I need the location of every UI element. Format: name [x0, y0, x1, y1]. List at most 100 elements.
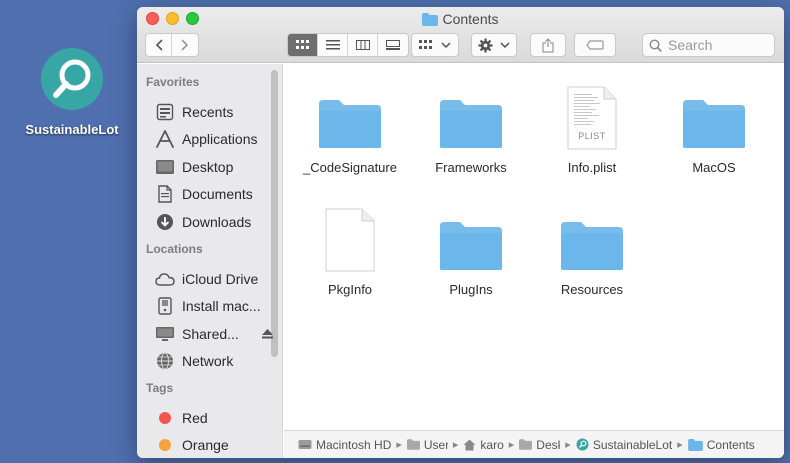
- file-item-folder[interactable]: _CodeSignature: [290, 82, 410, 175]
- home-icon: [463, 439, 476, 451]
- eject-icon[interactable]: [262, 329, 273, 339]
- path-segment-label: Contents: [706, 437, 755, 452]
- sidebar-item-label: Applications: [182, 131, 258, 147]
- sidebar-item-documents[interactable]: Documents: [155, 183, 270, 205]
- path-separator-icon: ▸: [565, 439, 571, 451]
- back-button[interactable]: [146, 34, 173, 56]
- file-name: PkgInfo: [327, 282, 373, 297]
- path-segment[interactable]: SustainableLot: [576, 438, 672, 452]
- sidebar-item-recents[interactable]: Recents: [155, 101, 270, 123]
- sidebar-item-network[interactable]: Network: [155, 350, 270, 372]
- action-button[interactable]: [471, 33, 517, 57]
- clock-icon: [155, 102, 175, 122]
- sidebar-item-label: Downloads: [182, 214, 252, 230]
- file-name: Info.plist: [567, 160, 617, 175]
- sidebar-item-label: Orange: [182, 437, 229, 453]
- path-segment[interactable]: Contents: [687, 437, 755, 452]
- file-item-folder[interactable]: Frameworks: [411, 82, 531, 175]
- path-segment-label: User: [423, 437, 448, 452]
- globe-icon: [155, 351, 175, 371]
- file-item-folder[interactable]: MacOS: [654, 82, 774, 175]
- sidebar-section-favorites: Favorites: [146, 75, 200, 89]
- sidebar-section-locations: Locations: [146, 242, 203, 256]
- path-segment-label: Desk: [536, 437, 560, 452]
- file-name: _CodeSignature: [303, 160, 397, 175]
- nav-buttons: [145, 33, 199, 57]
- title-bar: Contents Search: [137, 7, 784, 63]
- download-icon: [155, 212, 175, 232]
- group-icon: [419, 40, 432, 49]
- path-separator-icon: ▸: [677, 439, 683, 451]
- magnifier-icon: [41, 48, 103, 110]
- file-name: Frameworks: [435, 160, 507, 175]
- folder-icon: [406, 439, 420, 450]
- path-segment[interactable]: Macintosh HD: [298, 438, 391, 452]
- applications-icon: [155, 129, 175, 149]
- file-item-folder[interactable]: PlugIns: [411, 204, 531, 297]
- view-mode-control: [287, 33, 409, 57]
- tag-color-dot-icon: [155, 435, 175, 455]
- file-name: Resources: [560, 282, 624, 297]
- icon-view-button[interactable]: [288, 34, 318, 56]
- folder-icon: [532, 204, 652, 272]
- chevron-down-icon: [441, 42, 451, 48]
- list-view-button[interactable]: [318, 34, 348, 56]
- search-icon: [649, 38, 662, 52]
- grid-icon: [295, 40, 309, 49]
- group-button[interactable]: [411, 33, 459, 57]
- window-title-text: Contents: [442, 11, 499, 27]
- forward-button[interactable]: [172, 34, 198, 56]
- chevron-right-icon: [181, 39, 189, 51]
- folder-icon: [422, 13, 439, 29]
- search-field[interactable]: Search: [642, 33, 775, 57]
- sidebar-item-shared[interactable]: Shared...: [155, 323, 273, 345]
- folder-icon: [290, 82, 410, 150]
- path-separator-icon: ▸: [396, 439, 402, 451]
- desktop-icon: [155, 157, 175, 177]
- gallery-view-button[interactable]: [378, 34, 408, 56]
- sidebar-item-install-macos[interactable]: Install mac...: [155, 295, 270, 317]
- sidebar-item-tag-red[interactable]: Red: [155, 407, 270, 429]
- column-view-button[interactable]: [348, 34, 378, 56]
- hard-drive-icon: [298, 439, 312, 450]
- share-button[interactable]: [530, 33, 566, 57]
- sidebar-scrollbar[interactable]: [271, 70, 278, 357]
- file-badge: PLIST: [578, 131, 606, 141]
- tag-button[interactable]: [574, 33, 616, 57]
- sidebar-item-applications[interactable]: Applications: [155, 128, 270, 150]
- sidebar-item-icloud-drive[interactable]: iCloud Drive: [155, 268, 270, 290]
- path-segment-label: karo: [480, 437, 504, 452]
- gear-icon: [478, 37, 493, 53]
- document-icon: [155, 184, 175, 204]
- blank-document-icon: [290, 204, 410, 272]
- file-item-folder[interactable]: Resources: [532, 204, 652, 297]
- folder-icon: [411, 204, 531, 272]
- sidebar-item-label: Documents: [182, 186, 253, 202]
- file-browser-content: _CodeSignature Frameworks PLIST Info.pli…: [284, 64, 784, 430]
- path-segment-label: Macintosh HD: [316, 437, 392, 452]
- chevron-left-icon: [155, 39, 163, 51]
- folder-icon: [519, 439, 533, 450]
- sidebar-section-tags: Tags: [146, 381, 174, 395]
- app-icon: [576, 438, 589, 451]
- window-title: Contents: [137, 11, 784, 29]
- sidebar-item-label: Install mac...: [182, 298, 261, 314]
- tag-color-dot-icon: [155, 408, 175, 428]
- folder-icon: [687, 438, 703, 451]
- sidebar-item-label: Network: [182, 353, 234, 369]
- sidebar-item-desktop[interactable]: Desktop: [155, 156, 270, 178]
- file-item-document[interactable]: PkgInfo: [290, 204, 410, 297]
- file-name: MacOS: [692, 160, 736, 175]
- desktop-app-icon[interactable]: SustainableLot: [18, 48, 126, 137]
- path-separator-icon: ▸: [508, 439, 515, 451]
- path-segment[interactable]: User: [406, 437, 448, 452]
- sidebar-item-downloads[interactable]: Downloads: [155, 211, 270, 233]
- path-separator-icon: ▸: [452, 439, 459, 451]
- sidebar-item-label: Recents: [182, 104, 234, 120]
- folder-icon: [654, 82, 774, 150]
- path-segment[interactable]: Desk: [519, 438, 560, 452]
- path-segment[interactable]: karo: [463, 437, 504, 452]
- file-item-plist[interactable]: PLIST Info.plist: [532, 82, 652, 175]
- sidebar-item-tag-orange[interactable]: Orange: [155, 434, 270, 456]
- folder-icon: [411, 82, 531, 150]
